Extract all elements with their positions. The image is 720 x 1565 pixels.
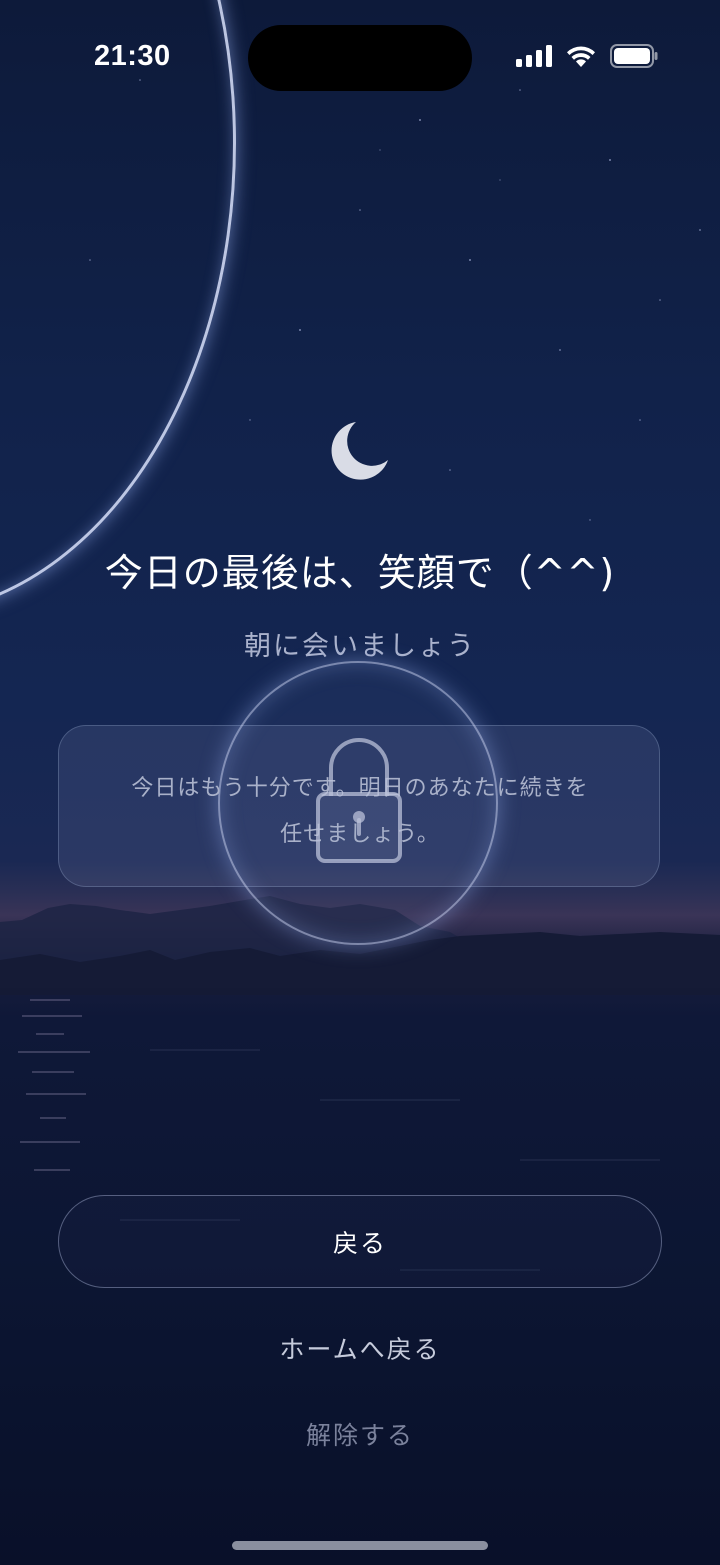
cellular-signal-icon (516, 45, 552, 67)
status-icons (516, 44, 658, 68)
dynamic-island (248, 25, 472, 91)
page-subtitle: 朝に会いましょう (244, 631, 476, 662)
home-button[interactable]: ホームへ戻る (0, 1330, 720, 1366)
page-title: 今日の最後は、笑顔で（^^) (104, 551, 616, 595)
crescent-moon-icon (331, 422, 388, 480)
wifi-icon (567, 46, 595, 67)
status-time: 21:30 (94, 40, 171, 72)
back-button[interactable]: 戻る (58, 1195, 662, 1288)
unlock-button[interactable]: 解除する (0, 1416, 720, 1452)
home-indicator[interactable] (232, 1541, 488, 1550)
lock-screen: 21:30 今日の最後は、笑顔で（^^) 朝に会いましょう 今日はもう十分です。… (0, 0, 720, 1565)
battery-icon (610, 44, 658, 68)
padlock-icon (316, 738, 402, 863)
